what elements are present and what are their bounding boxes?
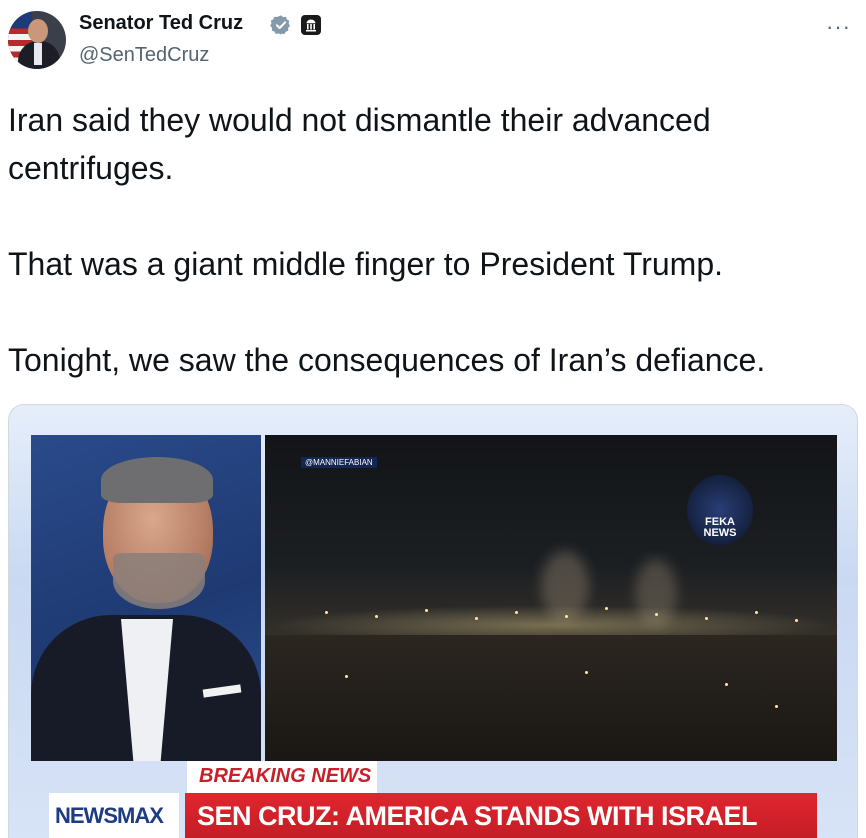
tweet-body: Iran said they would not dismantle their… (8, 96, 858, 384)
video-media[interactable]: @MANNIEFABIAN FEKA NEWS BREAKING NEWS NE… (8, 404, 858, 838)
city-light (345, 675, 348, 678)
tweet-line-1: Iran said they would not dismantle their… (8, 102, 711, 186)
government-building-icon[interactable] (301, 15, 321, 35)
speaker-beard (113, 553, 205, 609)
news-ticker: NEWSMAX SEN CRUZ: AMERICA STANDS WITH IS… (49, 793, 857, 838)
city-light (655, 613, 658, 616)
city-light (795, 619, 798, 622)
video-credit: @MANNIEFABIAN (301, 457, 377, 468)
speaker-video-panel (31, 435, 261, 761)
avatar-head (28, 19, 48, 43)
display-name[interactable]: Senator Ted Cruz (79, 12, 243, 35)
city-light (725, 683, 728, 686)
city-light (775, 705, 778, 708)
breaking-news-label: BREAKING NEWS (199, 765, 372, 787)
night-city-footage: @MANNIEFABIAN FEKA NEWS (265, 435, 837, 761)
tweet-header: Senator Ted Cruz @SenTedCruz ··· (0, 0, 866, 80)
more-options-icon[interactable]: ··· (826, 14, 851, 40)
speaker-hair (101, 457, 213, 503)
city-light (605, 607, 608, 610)
city-light (585, 671, 588, 674)
tweet-line-2: That was a giant middle finger to Presid… (8, 246, 724, 282)
city-light (425, 609, 428, 612)
verified-badge-icon[interactable] (270, 14, 292, 36)
city-light (375, 615, 378, 618)
city-light (565, 615, 568, 618)
network-logo: NEWSMAX (55, 803, 164, 828)
city-buildings (265, 635, 837, 761)
city-light (325, 611, 328, 614)
avatar-shirt (34, 43, 42, 65)
city-light (705, 617, 708, 620)
city-light (755, 611, 758, 614)
tweet-line-3: Tonight, we saw the consequences of Iran… (8, 342, 766, 378)
user-handle[interactable]: @SenTedCruz (79, 44, 209, 67)
watermark-text: FEKA NEWS (703, 516, 737, 539)
headline-bar: SEN CRUZ: AMERICA STANDS WITH ISRAEL (185, 793, 817, 838)
city-light (475, 617, 478, 620)
network-logo-box: NEWSMAX (49, 793, 179, 838)
city-light (515, 611, 518, 614)
avatar[interactable] (8, 11, 66, 69)
headline-text: SEN CRUZ: AMERICA STANDS WITH ISRAEL (197, 801, 757, 831)
